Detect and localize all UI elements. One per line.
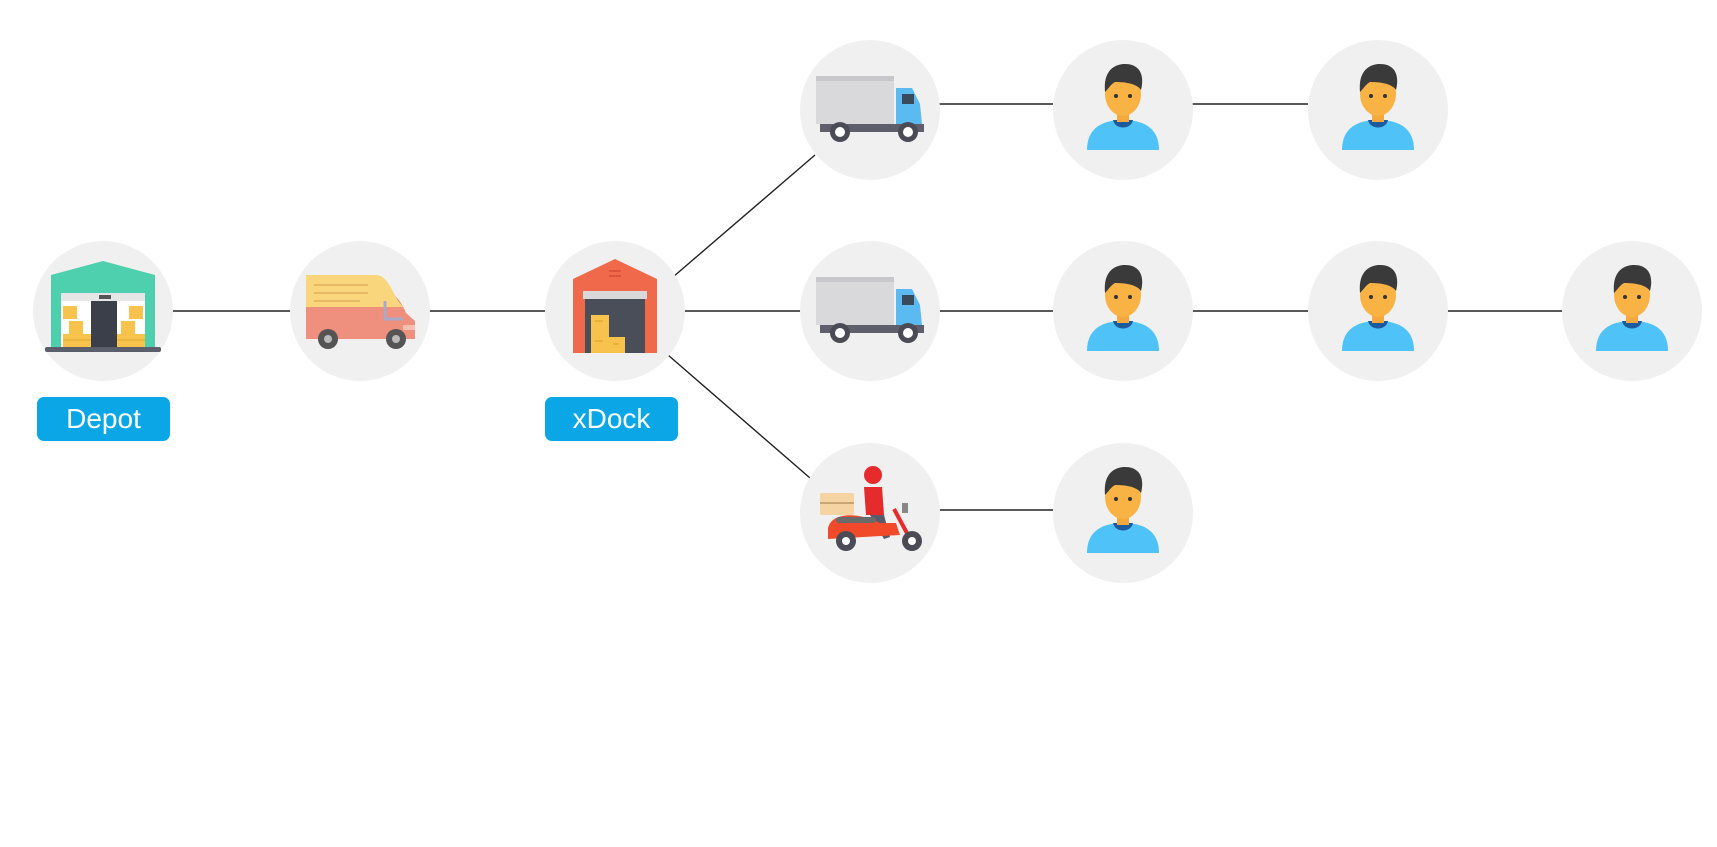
depot-label: Depot xyxy=(37,397,170,441)
customer-icon xyxy=(1087,64,1159,150)
customer-2b-node xyxy=(1308,241,1448,381)
truck-2-node xyxy=(800,241,940,381)
customer-icon xyxy=(1087,265,1159,351)
xdock-node xyxy=(545,241,685,381)
delivery-van-icon xyxy=(306,275,415,349)
truck-1-node xyxy=(800,40,940,180)
edge-xdock-scooter xyxy=(667,354,811,479)
courier-scooter-icon xyxy=(820,466,922,551)
customer-1a-node xyxy=(1053,40,1193,180)
customer-icon xyxy=(1342,265,1414,351)
customer-2a-node xyxy=(1053,241,1193,381)
logistics-flow-diagram: Depot xDock xyxy=(0,0,1717,847)
customer-2c-node xyxy=(1562,241,1702,381)
customer-3a-node xyxy=(1053,443,1193,583)
box-truck-icon xyxy=(816,277,924,343)
cross-dock-warehouse-icon xyxy=(573,259,657,353)
customer-icon xyxy=(1342,64,1414,150)
warehouse-icon xyxy=(45,261,161,352)
customer-1b-node xyxy=(1308,40,1448,180)
box-truck-icon xyxy=(816,76,924,142)
edge-xdock-truck-1 xyxy=(672,154,816,278)
scooter-node xyxy=(800,443,940,583)
xdock-label: xDock xyxy=(545,397,678,441)
depot-node xyxy=(33,241,173,381)
van-node xyxy=(290,241,430,381)
customer-icon xyxy=(1087,467,1159,553)
customer-icon xyxy=(1596,265,1668,351)
